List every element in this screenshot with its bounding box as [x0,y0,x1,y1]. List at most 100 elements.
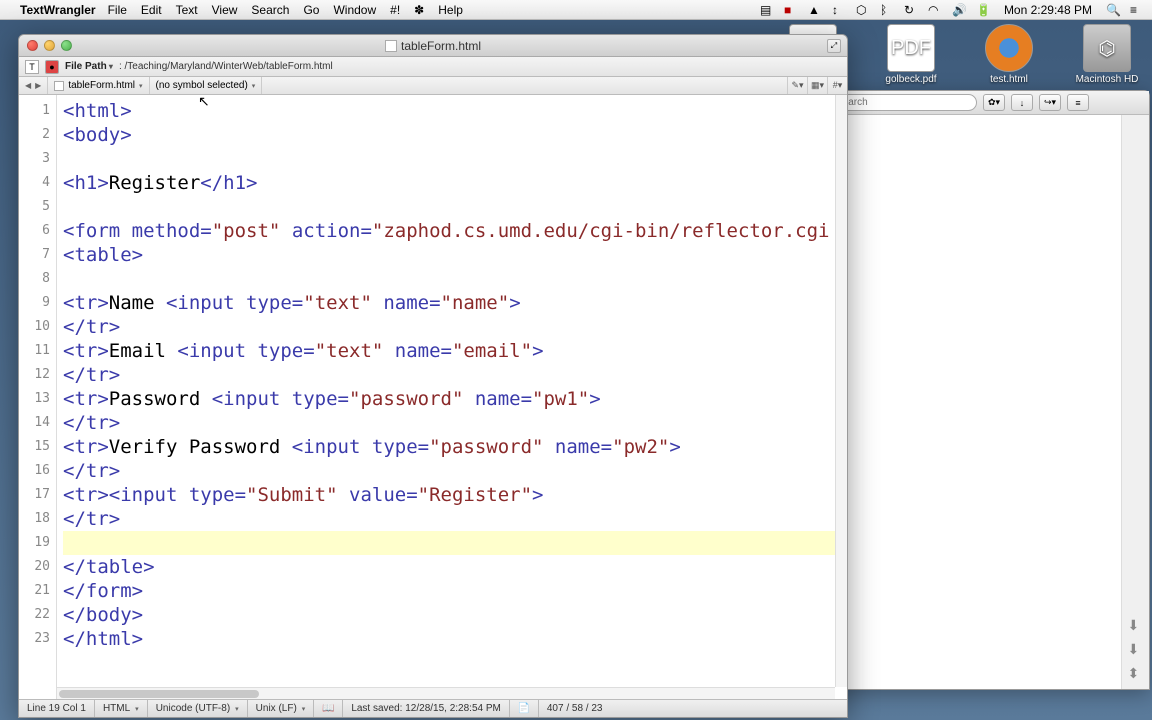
timemachine-icon[interactable]: ↻ [904,3,918,17]
line-number: 18 [19,507,50,531]
code-line[interactable] [63,195,847,219]
finder-action-button[interactable]: ↪▾ [1039,94,1061,111]
desktop-icon[interactable]: PDFgolbeck.pdf [872,24,950,85]
line-number: 19 [19,531,50,555]
nav-util-icon[interactable]: ▦▾ [807,77,827,94]
spotlight-icon[interactable]: 🔍 [1106,3,1120,17]
wifi-icon[interactable]: ◠ [928,3,942,17]
line-number: 8 [19,267,50,291]
line-number: 23 [19,627,50,651]
nav-history: ◀ ▶ [19,77,48,94]
app-name[interactable]: TextWrangler [20,3,96,17]
status-lineending-menu[interactable]: Unix (LF) [248,700,315,717]
code-line[interactable]: </tr> [63,363,847,387]
line-number: 9 [19,291,50,315]
code-line[interactable]: <tr>Email <input type="text" name="email… [63,339,847,363]
nav-back-button[interactable]: ◀ [25,81,31,90]
status-stats: 407 / 58 / 23 [539,700,611,717]
path-label[interactable]: File Path [65,61,113,72]
notification-center-icon[interactable]: ≡ [1130,3,1144,17]
status-book-icon[interactable]: 📖 [314,700,343,717]
code-line[interactable]: <tr>Password <input type="password" name… [63,387,847,411]
line-number: 3 [19,147,50,171]
line-number: 2 [19,123,50,147]
dropbox-icon[interactable]: ⬡ [856,3,870,17]
code-line[interactable]: </html> [63,627,847,651]
finder-action-button[interactable]: ↓ [1011,94,1033,111]
menu-file[interactable]: File [108,3,127,17]
code-line[interactable]: <tr>Name <input type="text" name="name"> [63,291,847,315]
finder-utility-icon[interactable]: ⬇ [1128,641,1144,657]
finder-action-button[interactable]: ✿▾ [983,94,1005,111]
line-number: 14 [19,411,50,435]
menu-go[interactable]: Go [303,3,319,17]
vertical-scrollbar[interactable] [835,95,847,687]
code-line[interactable]: <body> [63,123,847,147]
menu-search[interactable]: Search [251,3,289,17]
menubar-extra-icon[interactable]: ↕ [832,3,846,17]
code-line[interactable]: <form method="post" action="zaphod.cs.um… [63,219,847,243]
code-line[interactable]: <tr>Verify Password <input type="passwor… [63,435,847,459]
code-line[interactable] [63,147,847,171]
nav-document-menu[interactable]: tableForm.html [48,77,149,94]
desktop-icon[interactable]: test.html [970,24,1048,85]
nav-util-icon[interactable]: #▾ [827,77,847,94]
code-line[interactable]: </table> [63,555,847,579]
code-line[interactable]: <table> [63,243,847,267]
text-tool-icon[interactable]: T [25,60,39,74]
menubar-clock[interactable]: Mon 2:29:48 PM [1004,3,1092,17]
code-line[interactable]: </body> [63,603,847,627]
line-number: 21 [19,579,50,603]
menu-window[interactable]: Window [333,3,376,17]
status-doc-icon[interactable]: 📄 [510,700,539,717]
code-line[interactable]: <html> [63,99,847,123]
window-title: tableForm.html [385,39,481,53]
code-line[interactable]: </tr> [63,459,847,483]
status-language-menu[interactable]: HTML [95,700,148,717]
menubar-extra-icon[interactable]: ▲ [808,3,822,17]
close-button[interactable] [27,40,38,51]
volume-icon[interactable]: 🔊 [952,3,966,17]
minimize-button[interactable] [44,40,55,51]
horizontal-scrollbar[interactable] [57,687,835,699]
code-line[interactable] [63,267,847,291]
finder-search-input[interactable] [827,94,977,111]
editor-window[interactable]: tableForm.html ⤢ T ● File Path : /Teachi… [18,34,848,718]
battery-icon[interactable]: 🔋 [976,3,990,17]
desktop-icon[interactable]: ⌬Macintosh HD [1068,24,1146,85]
finder-view-button[interactable]: ≡ [1067,94,1089,111]
status-encoding-menu[interactable]: Unicode (UTF-8) [148,700,248,717]
zoom-button[interactable] [61,40,72,51]
desktop-icon-label: golbeck.pdf [872,74,950,85]
code-line[interactable]: </tr> [63,411,847,435]
status-position: Line 19 Col 1 [19,700,95,717]
menubar-extra-icon[interactable]: ■ [784,3,798,17]
finder-sidebar-icons: ⬇ ⬇ ⬍ [1121,115,1149,689]
code-line[interactable]: <tr><input type="Submit" value="Register… [63,483,847,507]
menu-view[interactable]: View [212,3,238,17]
code-line[interactable]: <h1>Register</h1> [63,171,847,195]
code-line[interactable] [63,531,847,555]
menu-help[interactable]: Help [438,3,463,17]
menu-text[interactable]: Text [176,3,198,17]
nav-util-icon[interactable]: ✎▾ [787,77,807,94]
code-area[interactable]: <html><body> <h1>Register</h1> <form metho… [57,95,847,699]
finder-utility-icon[interactable]: ⬍ [1128,665,1144,681]
titlebar[interactable]: tableForm.html ⤢ [19,35,847,57]
nav-symbol-menu[interactable]: (no symbol selected) [150,77,263,94]
line-number: 13 [19,387,50,411]
finder-utility-icon[interactable]: ⬇ [1128,617,1144,633]
menu-✽[interactable]: ✽ [414,3,424,17]
code-line[interactable]: </form> [63,579,847,603]
fullscreen-button[interactable]: ⤢ [827,39,841,53]
code-line[interactable]: </tr> [63,315,847,339]
finder-window[interactable]: ✿▾ ↓ ↪▾ ≡ ⬇ ⬇ ⬍ [820,90,1150,690]
menu-#![interactable]: #! [390,3,400,17]
code-line[interactable]: </tr> [63,507,847,531]
nav-fwd-button[interactable]: ▶ [35,81,41,90]
bluetooth-icon[interactable]: ᛒ [880,3,894,17]
menubar-extra-icon[interactable]: ▤ [760,3,774,17]
menu-edit[interactable]: Edit [141,3,162,17]
document-proxy-icon[interactable]: ● [45,60,59,74]
scrollbar-thumb[interactable] [59,690,259,698]
